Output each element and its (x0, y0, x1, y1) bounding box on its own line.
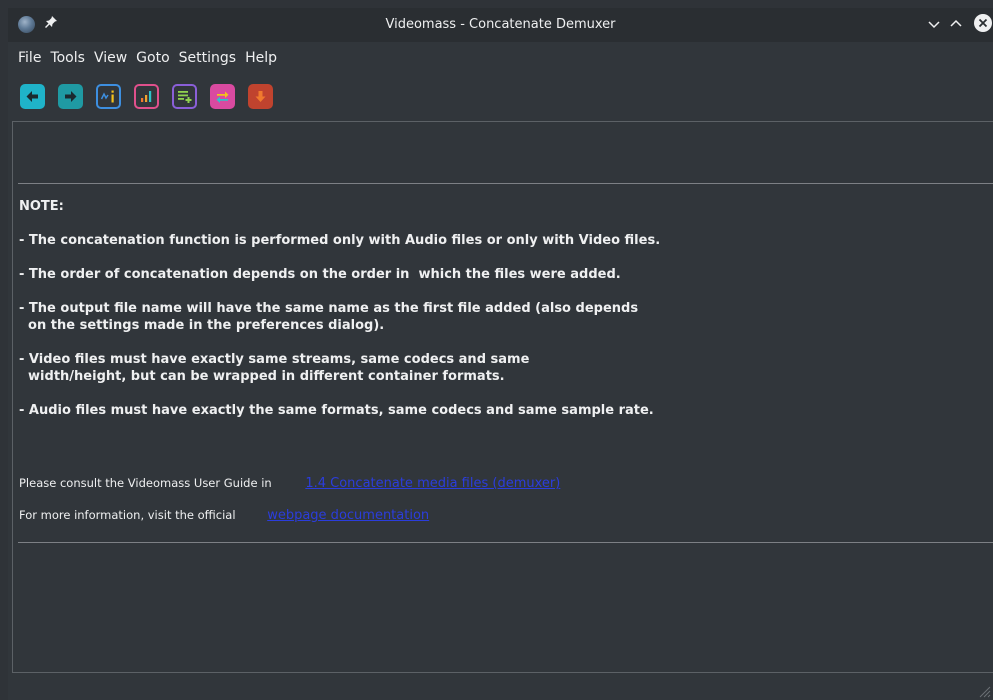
queue-button[interactable] (210, 83, 235, 109)
user-guide-row: Please consult the Videomass User Guide … (19, 476, 560, 491)
arrow-down-icon (255, 90, 266, 102)
top-divider (18, 183, 993, 184)
arrow-right-icon (65, 90, 77, 102)
menu-view[interactable]: View (94, 50, 127, 66)
menu-file[interactable]: File (18, 50, 41, 66)
convert-button[interactable] (248, 83, 273, 109)
menu-goto[interactable]: Goto (136, 50, 169, 66)
bottom-divider (18, 542, 993, 543)
close-icon[interactable] (974, 14, 992, 32)
documentation-link[interactable]: webpage documentation (267, 508, 429, 523)
bar-chart-icon (141, 90, 152, 102)
maximize-icon[interactable] (948, 16, 964, 32)
info-icon (100, 90, 114, 102)
note-line: - The order of concatenation depends on … (19, 267, 621, 282)
documentation-prefix: For more information, visit the official (19, 508, 236, 522)
arrow-left-icon (26, 90, 38, 102)
back-button[interactable] (20, 83, 45, 109)
note-text: NOTE: - The concatenation function is pe… (19, 198, 979, 436)
documentation-row: For more information, visit the official… (19, 508, 429, 523)
note-line: - The concatenation function is performe… (19, 233, 661, 248)
title-bar[interactable]: Videomass - Concatenate Demuxer (8, 8, 993, 42)
content-panel: NOTE: - The concatenation function is pe… (12, 121, 993, 673)
menu-bar: File Tools View Goto Settings Help (8, 46, 993, 70)
user-guide-prefix: Please consult the Videomass User Guide … (19, 476, 272, 490)
menu-settings[interactable]: Settings (179, 50, 236, 66)
window-title: Videomass - Concatenate Demuxer (385, 17, 616, 32)
swap-icon (216, 91, 229, 103)
menu-tools[interactable]: Tools (50, 50, 85, 66)
app-window: Videomass - Concatenate Demuxer File Too… (8, 8, 993, 700)
add-to-queue-button[interactable] (172, 83, 197, 109)
resize-grip-icon[interactable] (977, 684, 991, 698)
menu-help[interactable]: Help (245, 50, 277, 66)
note-line: - The output file name will have the sam… (19, 301, 639, 333)
user-guide-link[interactable]: 1.4 Concatenate media files (demuxer) (305, 476, 560, 491)
volume-analysis-button[interactable] (134, 83, 159, 109)
note-heading: NOTE: (19, 199, 64, 214)
note-line: - Audio files must have exactly the same… (19, 403, 654, 418)
forward-button[interactable] (58, 83, 83, 109)
media-info-button[interactable] (96, 83, 121, 109)
toolbar (8, 82, 993, 110)
note-line: - Video files must have exactly same str… (19, 352, 530, 384)
list-add-icon (178, 90, 192, 103)
minimize-icon[interactable] (926, 16, 942, 32)
